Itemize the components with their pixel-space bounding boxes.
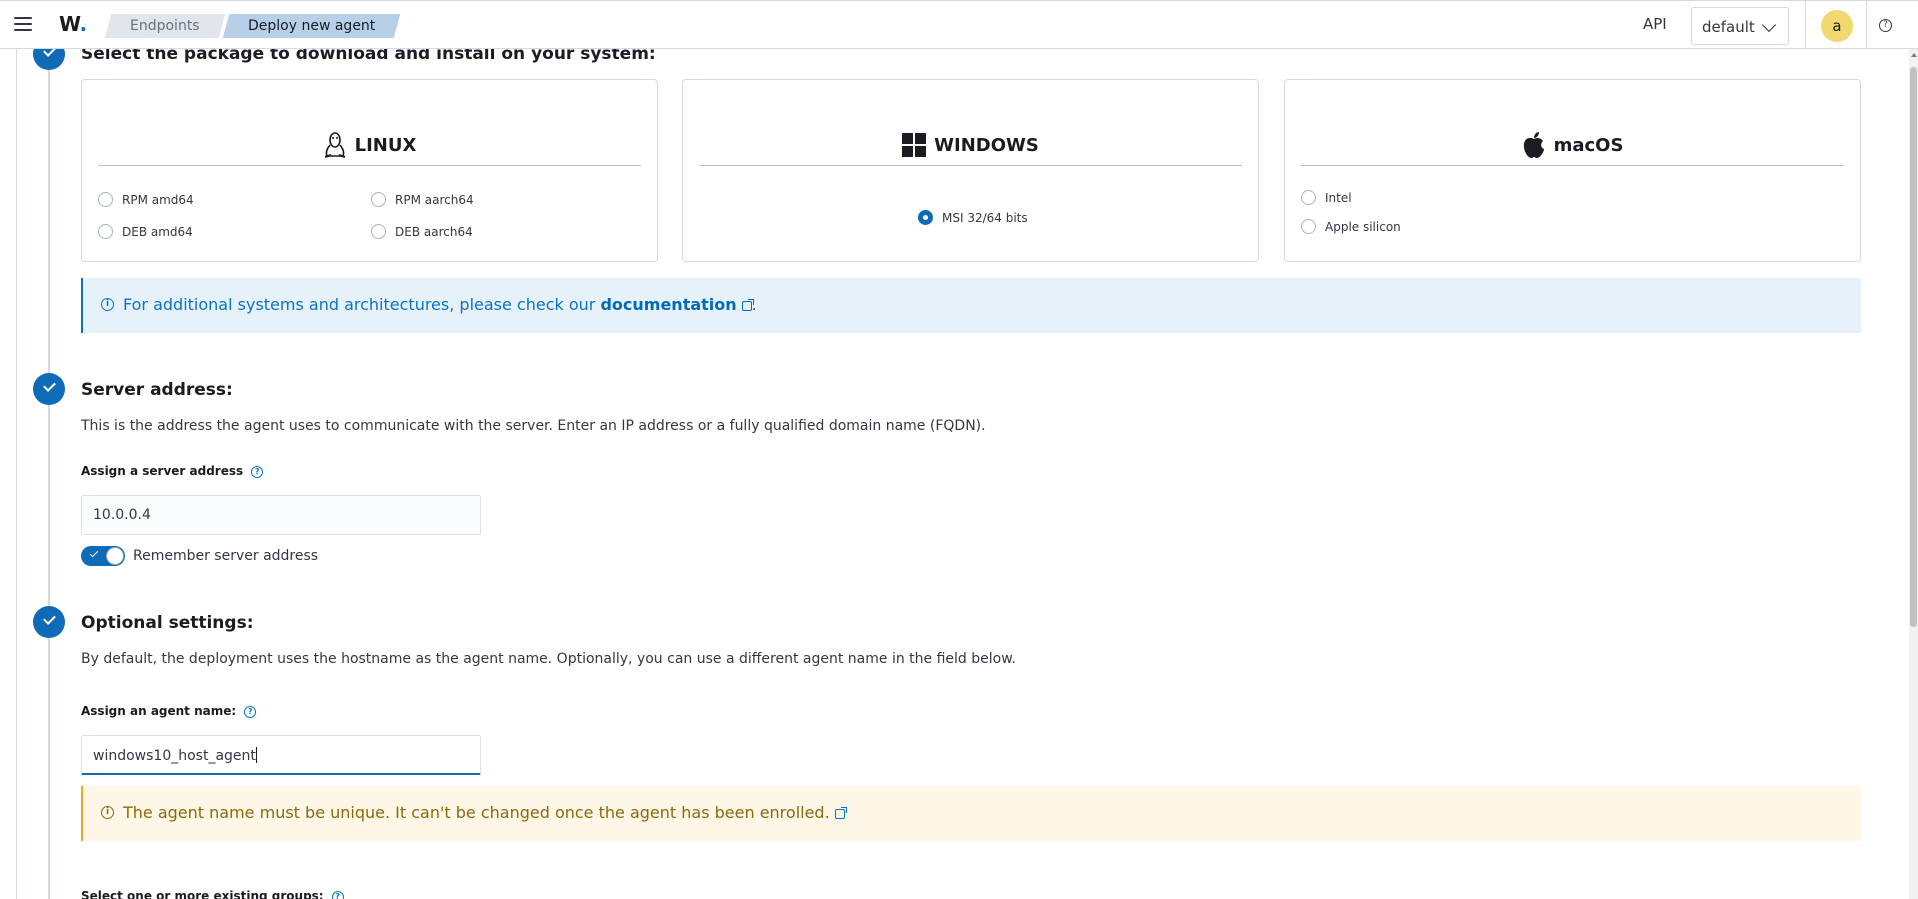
remember-server-label: Remember server address [133,548,319,564]
radio-intel[interactable]: Intel [1301,190,1352,205]
os-name-windows: WINDOWS [934,135,1039,156]
breadcrumb-endpoints[interactable]: Endpoints [104,14,225,38]
os-card-windows: WINDOWS MSI 32/64 bits [682,79,1259,262]
agent-name-input[interactable]: windows10_host_agent [81,735,481,775]
help-icon[interactable]: ? [1879,19,1892,32]
external-link-icon[interactable] [834,807,847,819]
top-header: W. Endpoints Deploy new agent API defaul… [0,0,1918,49]
groups-label: Select one or more existing groups:? [81,889,344,899]
menu-icon[interactable] [14,17,32,31]
optional-step-title: Optional settings: [81,613,254,633]
radio-msi-32-64[interactable]: MSI 32/64 bits [918,210,1028,225]
question-icon[interactable]: ? [244,706,257,718]
external-link-icon [741,299,754,311]
step-complete-check-icon [33,373,65,405]
app-logo[interactable]: W. [59,12,87,36]
os-name-macos: macOS [1553,135,1624,156]
warning-info-icon: i [101,806,114,819]
space-selector[interactable]: default [1691,7,1789,45]
info-callout: i For additional systems and architectur… [81,278,1861,333]
os-name-linux: LINUX [354,135,417,156]
remember-server-toggle[interactable] [81,546,125,566]
server-step-description: This is the address the agent uses to co… [81,418,986,434]
info-icon: i [101,298,114,311]
linux-tux-icon [324,131,345,158]
check-icon [89,548,99,558]
header-divider [1866,1,1867,49]
page-scrollbar[interactable] [1909,49,1918,899]
os-card-macos: macOS Intel Apple silicon [1284,79,1861,262]
space-selected-value: default [1702,18,1755,36]
question-icon[interactable]: ? [251,466,264,478]
api-link[interactable]: API [1643,15,1667,33]
scroll-up-arrow-icon[interactable] [1911,53,1917,57]
windows-logo-icon [902,132,927,157]
radio-rpm-aarch64[interactable]: RPM aarch64 [371,192,474,207]
breadcrumb: Endpoints Deploy new agent [104,14,401,38]
os-card-header: macOS [1301,124,1844,166]
radio-deb-aarch64[interactable]: DEB aarch64 [371,224,473,239]
server-step-title: Server address: [81,380,233,400]
optional-step-description: By default, the deployment uses the host… [81,651,1016,667]
scrollbar-thumb[interactable] [1910,67,1917,627]
agent-name-label: Assign an agent name:? [81,704,257,718]
radio-apple-silicon[interactable]: Apple silicon [1301,219,1401,234]
warning-callout: i The agent name must be unique. It can'… [81,786,1861,841]
radio-deb-amd64[interactable]: DEB amd64 [98,224,193,239]
os-card-linux: LINUX RPM amd64 RPM aarch64 DEB amd64 DE… [81,79,658,262]
documentation-link[interactable]: documentation [600,295,754,314]
panel-border [16,49,17,899]
server-address-label: Assign a server address? [81,464,264,478]
header-divider [1805,1,1806,49]
step-complete-check-icon [33,606,65,638]
server-address-input[interactable]: 10.0.0.4 [81,495,481,535]
radio-rpm-amd64[interactable]: RPM amd64 [98,192,194,207]
user-avatar[interactable]: a [1821,10,1853,42]
question-icon[interactable]: ? [331,891,344,899]
os-card-header: WINDOWS [699,124,1242,166]
apple-logo-icon [1523,131,1544,158]
chevron-down-icon [1761,17,1777,33]
steps-connector-line [48,49,50,899]
os-card-header: LINUX [98,124,641,166]
breadcrumb-deploy-new-agent: Deploy new agent [222,14,401,38]
